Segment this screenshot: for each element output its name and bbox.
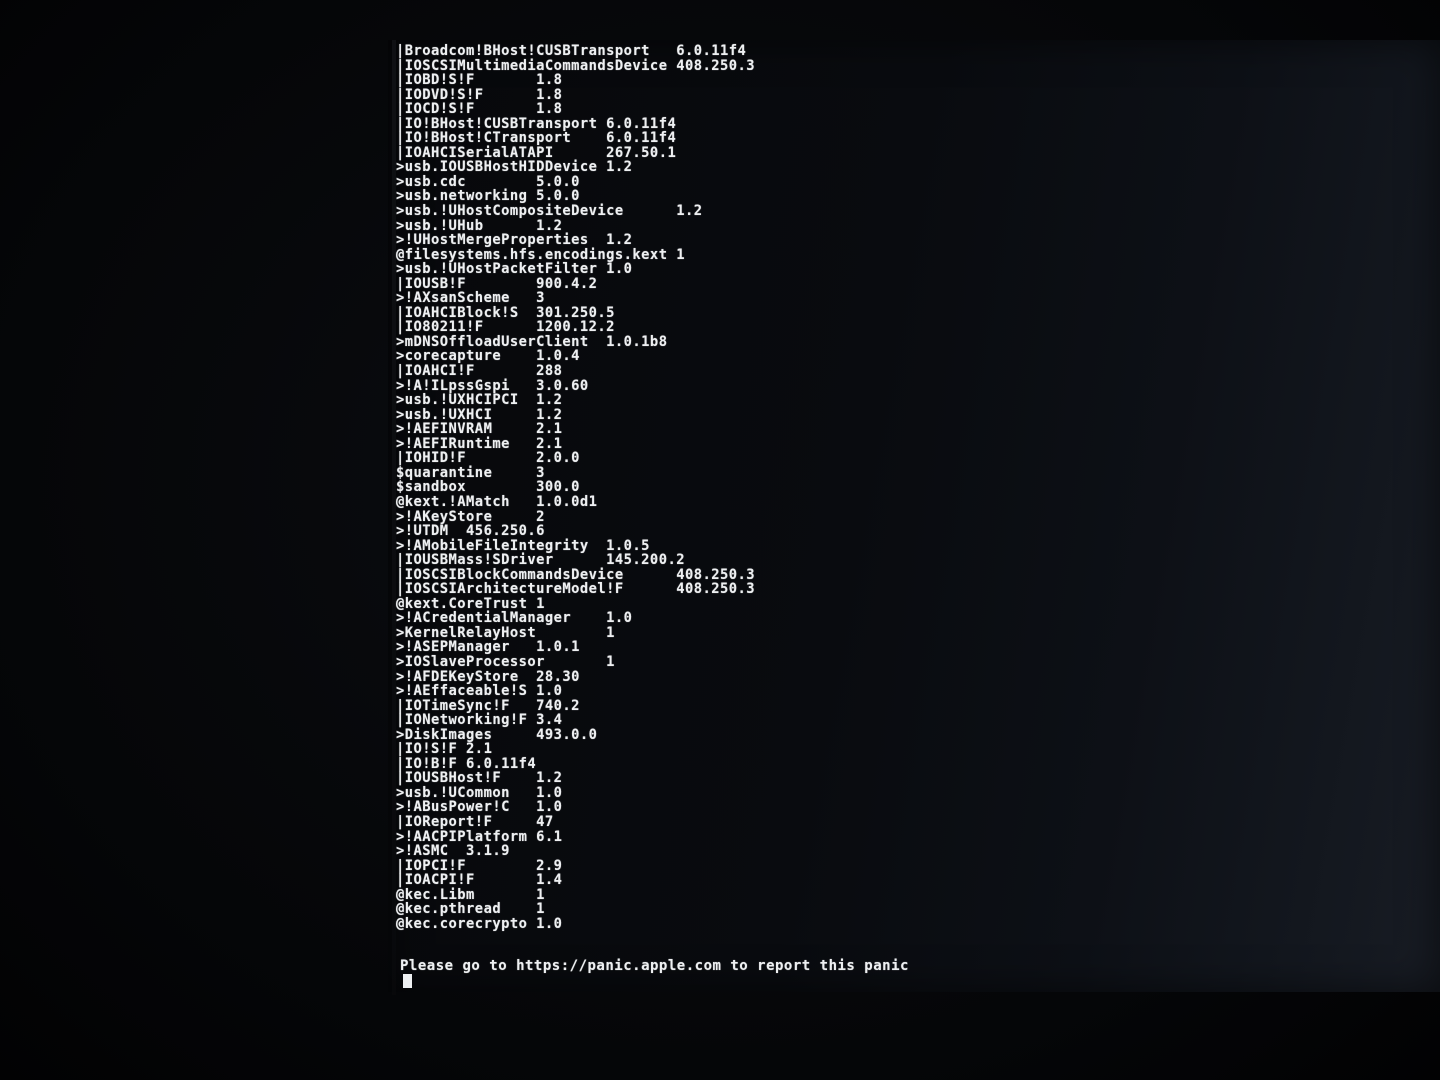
console-line: |IO!BHost!CTransport 6.0.11f4 <box>396 130 677 147</box>
console-line: |IONetworking!F 3.4 <box>396 712 563 729</box>
console-line: |IOAHCI!F 288 <box>396 363 563 380</box>
console-line: |IOReport!F 47 <box>396 813 554 830</box>
console-line: |IOUSBMass!SDriver 145.200.2 <box>396 552 685 569</box>
console-line: |IOSCSIMultimediaCommandsDevice 408.250.… <box>396 57 756 74</box>
text-cursor <box>403 974 412 988</box>
console-line: >usb.!UHub 1.2 <box>396 217 563 234</box>
console-line: >usb.networking 5.0.0 <box>396 188 580 205</box>
console-line: >mDNSOffloadUserClient 1.0.1b8 <box>396 333 668 350</box>
console-line: >!ACredentialManager 1.0 <box>396 610 633 627</box>
console-line: >KernelRelayHost 1 <box>396 624 615 641</box>
console-line: |IOTimeSync!F 740.2 <box>396 697 580 714</box>
console-line: $sandbox 300.0 <box>396 479 580 496</box>
console-line: |IOSCSIArchitectureModel!F 408.250.3 <box>396 581 756 598</box>
console-line: |IOUSB!F 900.4.2 <box>396 275 598 292</box>
console-line: >!AXsanScheme 3 <box>396 290 545 307</box>
console-line: |IOACPI!F 1.4 <box>396 872 563 889</box>
console-line: >!AFDEKeyStore 28.30 <box>396 668 580 685</box>
console-line: >usb.!UHostCompositeDevice 1.2 <box>396 203 703 220</box>
console-line: >!AACPIPlatform 6.1 <box>396 828 563 845</box>
console-line: @kext.!AMatch 1.0.0d1 <box>396 493 598 510</box>
console-line: |Broadcom!BHost!CUSBTransport 6.0.11f4 <box>396 43 747 59</box>
console-line: >!A!ILpssGspi 3.0.60 <box>396 377 589 394</box>
console-line: >!AEffaceable!S 1.0 <box>396 683 563 700</box>
console-line: >!ASMC 3.1.9 <box>396 843 510 860</box>
console-line: |IOUSBHost!F 1.2 <box>396 770 563 787</box>
console-line: @kec.pthread 1 <box>396 901 545 918</box>
console-line: >!AKeyStore 2 <box>396 508 545 525</box>
console-line: >!UHostMergeProperties 1.2 <box>396 232 633 249</box>
console-line: |IODVD!S!F 1.8 <box>396 86 563 103</box>
console-line: |IOBD!S!F 1.8 <box>396 72 563 89</box>
console-line: @kec.Libm 1 <box>396 886 545 903</box>
console-line: >!AEFINVRAM 2.1 <box>396 421 563 438</box>
console-line: >!UTDM 456.250.6 <box>396 523 545 540</box>
console-line: >corecapture 1.0.4 <box>396 348 580 365</box>
console-line: >usb.!UXHCIPCI 1.2 <box>396 392 563 409</box>
console-line: >usb.!UCommon 1.0 <box>396 784 563 801</box>
console-line: >!ABusPower!C 1.0 <box>396 799 563 816</box>
console-line: >!AMobileFileIntegrity 1.0.5 <box>396 537 650 554</box>
console-line: >!ASEPManager 1.0.1 <box>396 639 580 656</box>
console-line: @kec.corecrypto 1.0 <box>396 915 563 932</box>
console-line: >usb.!UHostPacketFilter 1.0 <box>396 261 633 278</box>
panic-report-message: Please go to https://panic.apple.com to … <box>400 958 909 974</box>
console-line: |IO80211!F 1200.12.2 <box>396 319 615 336</box>
console-line: |IOHID!F 2.0.0 <box>396 450 580 467</box>
console-line: |IO!S!F 2.1 <box>396 741 493 758</box>
console-line: |IOPCI!F 2.9 <box>396 857 563 874</box>
kernel-panic-console: |Broadcom!BHost!CUSBTransport 6.0.11f4 |I… <box>396 44 1396 931</box>
console-line: |IOCD!S!F 1.8 <box>396 101 563 118</box>
console-line: >IOSlaveProcessor 1 <box>396 653 615 670</box>
console-line: >DiskImages 493.0.0 <box>396 726 598 743</box>
console-line: >usb.IOUSBHostHIDDevice 1.2 <box>396 159 633 176</box>
console-line: >usb.!UXHCI 1.2 <box>396 406 563 423</box>
